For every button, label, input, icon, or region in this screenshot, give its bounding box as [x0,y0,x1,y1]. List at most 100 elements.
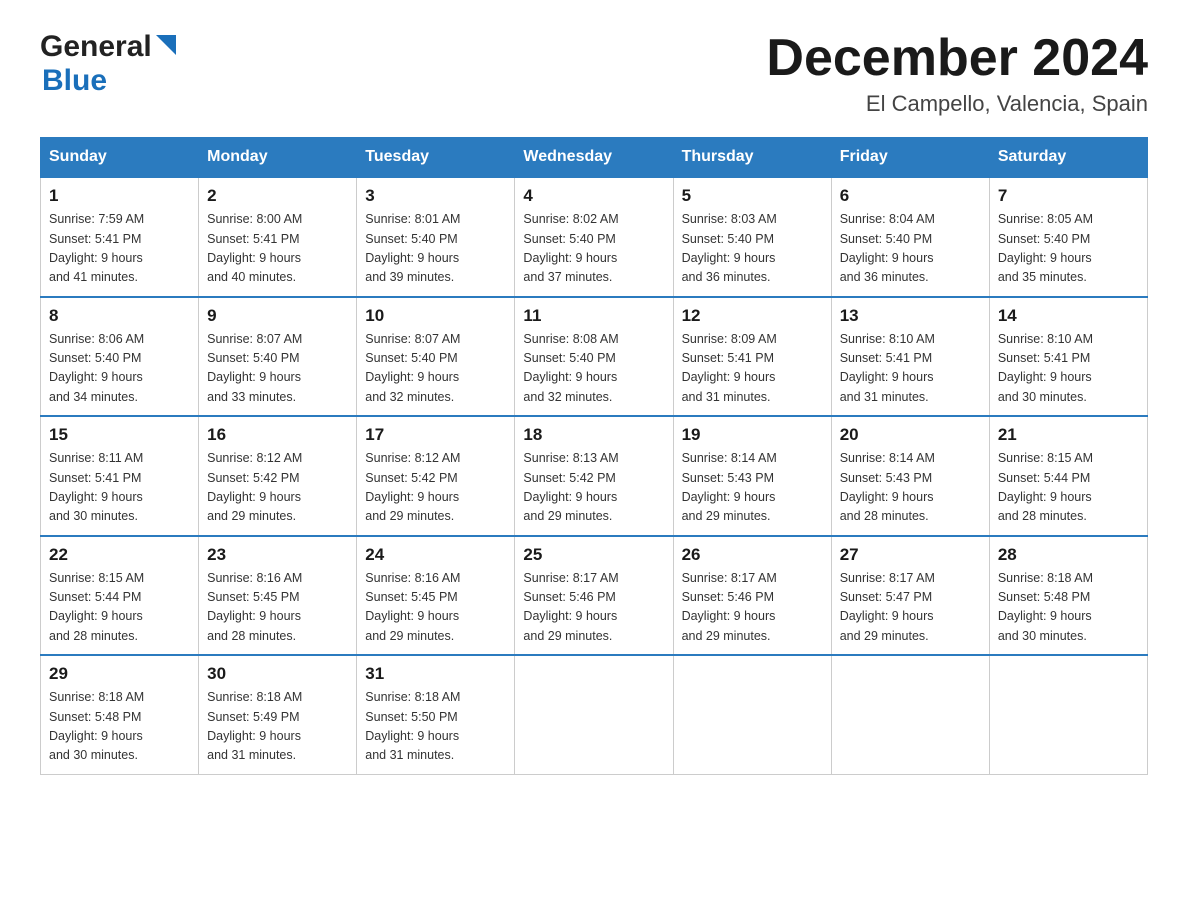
table-row: 18 Sunrise: 8:13 AMSunset: 5:42 PMDayligh… [515,416,673,536]
day-number: 2 [207,186,348,206]
day-info: Sunrise: 8:15 AMSunset: 5:44 PMDaylight:… [49,569,190,647]
day-info: Sunrise: 8:18 AMSunset: 5:48 PMDaylight:… [998,569,1139,647]
day-info: Sunrise: 8:03 AMSunset: 5:40 PMDaylight:… [682,210,823,288]
day-number: 24 [365,545,506,565]
day-info: Sunrise: 8:16 AMSunset: 5:45 PMDaylight:… [207,569,348,647]
day-number: 15 [49,425,190,445]
table-row: 22 Sunrise: 8:15 AMSunset: 5:44 PMDayligh… [41,536,199,656]
day-info: Sunrise: 8:08 AMSunset: 5:40 PMDaylight:… [523,330,664,408]
table-row: 1 Sunrise: 7:59 AMSunset: 5:41 PMDaylight… [41,177,199,297]
logo-blue-text: Blue [42,64,107,97]
day-number: 14 [998,306,1139,326]
table-row: 8 Sunrise: 8:06 AMSunset: 5:40 PMDaylight… [41,297,199,417]
calendar-table: Sunday Monday Tuesday Wednesday Thursday… [40,137,1148,775]
day-info: Sunrise: 8:05 AMSunset: 5:40 PMDaylight:… [998,210,1139,288]
table-row [515,655,673,774]
day-info: Sunrise: 8:14 AMSunset: 5:43 PMDaylight:… [840,449,981,527]
table-row [673,655,831,774]
day-info: Sunrise: 8:01 AMSunset: 5:40 PMDaylight:… [365,210,506,288]
table-row: 28Sunrise: 8:18 AMSunset: 5:48 PMDayligh… [989,536,1147,656]
table-row: 9 Sunrise: 8:07 AMSunset: 5:40 PMDaylight… [199,297,357,417]
logo: General Blue [40,30,176,98]
day-info: Sunrise: 8:02 AMSunset: 5:40 PMDaylight:… [523,210,664,288]
table-row: 20 Sunrise: 8:14 AMSunset: 5:43 PMDayligh… [831,416,989,536]
day-number: 8 [49,306,190,326]
day-info: Sunrise: 8:17 AMSunset: 5:46 PMDaylight:… [523,569,664,647]
table-row: 29 Sunrise: 8:18 AMSunset: 5:48 PMDayligh… [41,655,199,774]
day-number: 16 [207,425,348,445]
day-number: 25 [523,545,664,565]
page-header: General Blue December 2024 El Campello, … [40,30,1148,117]
table-row: 4 Sunrise: 8:02 AMSunset: 5:40 PMDaylight… [515,177,673,297]
table-row: 31Sunrise: 8:18 AMSunset: 5:50 PMDayligh… [357,655,515,774]
calendar-week-row: 1 Sunrise: 7:59 AMSunset: 5:41 PMDaylight… [41,177,1148,297]
col-sunday: Sunday [41,138,199,178]
day-info: Sunrise: 8:13 AMSunset: 5:42 PMDaylight:… [523,449,664,527]
day-info: Sunrise: 8:12 AMSunset: 5:42 PMDaylight:… [207,449,348,527]
day-number: 3 [365,186,506,206]
table-row: 11 Sunrise: 8:08 AMSunset: 5:40 PMDayligh… [515,297,673,417]
day-number: 26 [682,545,823,565]
month-title: December 2024 [766,30,1148,87]
day-number: 1 [49,186,190,206]
calendar-week-row: 15 Sunrise: 8:11 AMSunset: 5:41 PMDayligh… [41,416,1148,536]
location-title: El Campello, Valencia, Spain [766,91,1148,117]
day-number: 9 [207,306,348,326]
day-number: 30 [207,664,348,684]
day-info: Sunrise: 8:15 AMSunset: 5:44 PMDaylight:… [998,449,1139,527]
table-row: 19 Sunrise: 8:14 AMSunset: 5:43 PMDayligh… [673,416,831,536]
table-row: 21 Sunrise: 8:15 AMSunset: 5:44 PMDayligh… [989,416,1147,536]
col-tuesday: Tuesday [357,138,515,178]
table-row: 30Sunrise: 8:18 AMSunset: 5:49 PMDayligh… [199,655,357,774]
day-info: Sunrise: 8:17 AMSunset: 5:46 PMDaylight:… [682,569,823,647]
day-info: Sunrise: 8:04 AMSunset: 5:40 PMDaylight:… [840,210,981,288]
col-thursday: Thursday [673,138,831,178]
day-info: Sunrise: 8:07 AMSunset: 5:40 PMDaylight:… [365,330,506,408]
day-number: 23 [207,545,348,565]
day-number: 22 [49,545,190,565]
table-row: 24Sunrise: 8:16 AMSunset: 5:45 PMDayligh… [357,536,515,656]
day-number: 20 [840,425,981,445]
table-row: 2Sunrise: 8:00 AMSunset: 5:41 PMDaylight… [199,177,357,297]
table-row: 16 Sunrise: 8:12 AMSunset: 5:42 PMDayligh… [199,416,357,536]
table-row: 26 Sunrise: 8:17 AMSunset: 5:46 PMDayligh… [673,536,831,656]
day-info: Sunrise: 8:10 AMSunset: 5:41 PMDaylight:… [998,330,1139,408]
table-row: 5Sunrise: 8:03 AMSunset: 5:40 PMDaylight… [673,177,831,297]
day-info: Sunrise: 7:59 AMSunset: 5:41 PMDaylight:… [49,210,190,288]
day-number: 4 [523,186,664,206]
day-info: Sunrise: 8:07 AMSunset: 5:40 PMDaylight:… [207,330,348,408]
table-row: 6 Sunrise: 8:04 AMSunset: 5:40 PMDaylight… [831,177,989,297]
table-row: 10Sunrise: 8:07 AMSunset: 5:40 PMDayligh… [357,297,515,417]
day-info: Sunrise: 8:09 AMSunset: 5:41 PMDaylight:… [682,330,823,408]
day-number: 19 [682,425,823,445]
day-info: Sunrise: 8:11 AMSunset: 5:41 PMDaylight:… [49,449,190,527]
table-row: 15 Sunrise: 8:11 AMSunset: 5:41 PMDayligh… [41,416,199,536]
day-number: 17 [365,425,506,445]
table-row: 23 Sunrise: 8:16 AMSunset: 5:45 PMDayligh… [199,536,357,656]
table-row: 27Sunrise: 8:17 AMSunset: 5:47 PMDayligh… [831,536,989,656]
day-number: 12 [682,306,823,326]
day-number: 21 [998,425,1139,445]
table-row: 25 Sunrise: 8:17 AMSunset: 5:46 PMDayligh… [515,536,673,656]
table-row: 12 Sunrise: 8:09 AMSunset: 5:41 PMDayligh… [673,297,831,417]
day-info: Sunrise: 8:10 AMSunset: 5:41 PMDaylight:… [840,330,981,408]
day-number: 18 [523,425,664,445]
title-area: December 2024 El Campello, Valencia, Spa… [766,30,1148,117]
day-number: 13 [840,306,981,326]
day-info: Sunrise: 8:06 AMSunset: 5:40 PMDaylight:… [49,330,190,408]
day-info: Sunrise: 8:17 AMSunset: 5:47 PMDaylight:… [840,569,981,647]
day-info: Sunrise: 8:18 AMSunset: 5:48 PMDaylight:… [49,688,190,766]
table-row: 17 Sunrise: 8:12 AMSunset: 5:42 PMDayligh… [357,416,515,536]
table-row: 7Sunrise: 8:05 AMSunset: 5:40 PMDaylight… [989,177,1147,297]
day-number: 11 [523,306,664,326]
calendar-week-row: 8 Sunrise: 8:06 AMSunset: 5:40 PMDaylight… [41,297,1148,417]
col-wednesday: Wednesday [515,138,673,178]
table-row [989,655,1147,774]
day-number: 6 [840,186,981,206]
calendar-week-row: 29 Sunrise: 8:18 AMSunset: 5:48 PMDayligh… [41,655,1148,774]
day-number: 29 [49,664,190,684]
day-info: Sunrise: 8:12 AMSunset: 5:42 PMDaylight:… [365,449,506,527]
day-info: Sunrise: 8:14 AMSunset: 5:43 PMDaylight:… [682,449,823,527]
table-row: 14 Sunrise: 8:10 AMSunset: 5:41 PMDayligh… [989,297,1147,417]
table-row [831,655,989,774]
